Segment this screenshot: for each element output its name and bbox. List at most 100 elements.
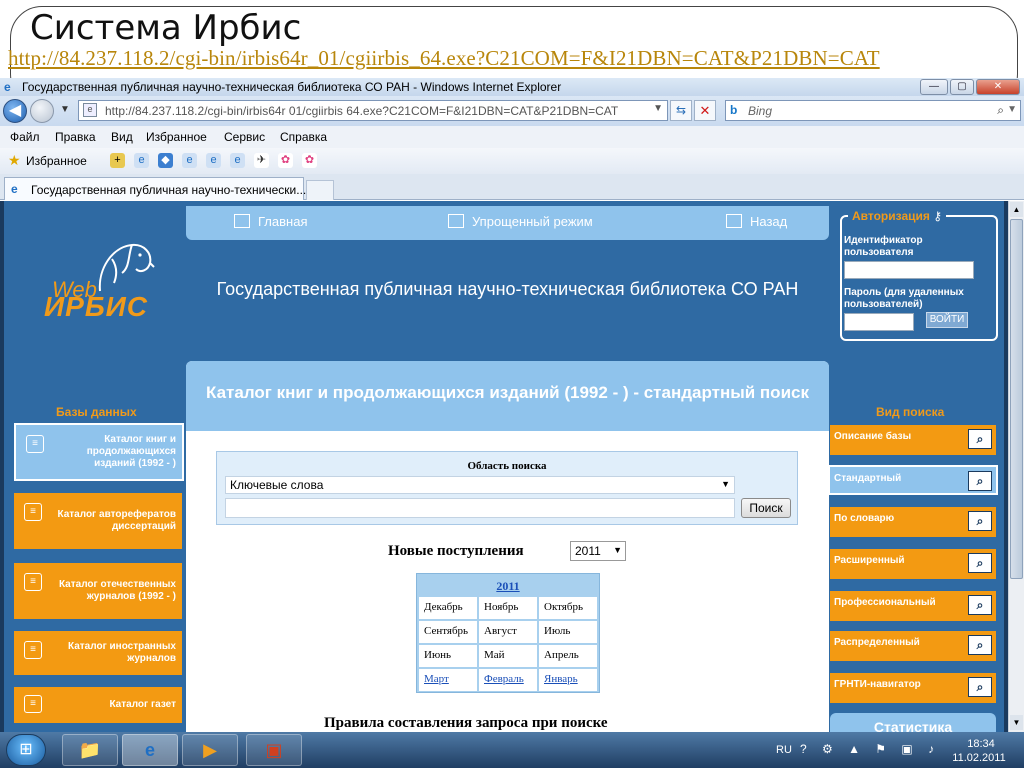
clock-date[interactable]: 11.02.2011 [942, 752, 1016, 764]
language-indicator[interactable]: RU [776, 744, 792, 756]
month-cell: Октябрь [539, 597, 597, 619]
mode-extended[interactable]: Расширенный ⌕ [830, 549, 996, 579]
media-player-icon[interactable]: ▶ [182, 734, 238, 766]
auth-pass-label: Пароль (для удаленных пользователей) [844, 287, 964, 310]
address-text: http://84.237.118.2/cgi-bin/irbis64r 01/… [105, 104, 619, 118]
page-icon: e [83, 103, 97, 117]
address-bar[interactable]: e http://84.237.118.2/cgi-bin/irbis64r 0… [78, 100, 668, 121]
db-label: Каталог иностранных журналов [68, 641, 176, 664]
search-icon[interactable]: ⌕ [997, 103, 1004, 118]
mode-label: Расширенный [834, 555, 905, 566]
magnifier-icon: ⌕ [968, 471, 992, 491]
menu-view[interactable]: Вид [111, 130, 133, 144]
explorer-folder-icon[interactable]: 📁 [62, 734, 118, 766]
home-icon [234, 214, 250, 228]
magnifier-icon: ⌕ [968, 553, 992, 573]
mode-standard[interactable]: Стандартный ⌕ [828, 465, 998, 495]
month-link[interactable]: Март [419, 669, 477, 691]
db-newspapers[interactable]: ≡ Каталог газет [14, 687, 182, 723]
month-link[interactable]: Январь [539, 669, 597, 691]
menu-help[interactable]: Справка [280, 130, 327, 144]
favorite-link-icon[interactable]: e [230, 153, 245, 168]
favorite-link-icon[interactable]: e [206, 153, 221, 168]
db-books-catalog[interactable]: ≡ Каталог книг и продолжающихся изданий … [14, 423, 184, 481]
favorite-shield-icon[interactable]: ◆ [158, 153, 173, 168]
database-icon: ≡ [24, 695, 42, 713]
auth-legend: Авторизация ⚷ [848, 209, 947, 223]
internet-explorer-icon[interactable]: e [122, 734, 178, 766]
tray-icons[interactable]: ? ⚙ ▲ ⚑ ▣ ♪ [800, 742, 940, 756]
favorite-link-icon[interactable]: e [134, 153, 149, 168]
powerpoint-icon[interactable]: ▣ [246, 734, 302, 766]
month-cell: Сентябрь [419, 621, 477, 643]
favorite-link-icon[interactable]: e [182, 153, 197, 168]
search-area-value: Ключевые слова [230, 478, 324, 492]
logo-irbis: ИРБИС [44, 291, 148, 322]
bing-search-input[interactable]: b Bing ⌕ ▼ [725, 100, 1021, 121]
nav-home[interactable]: Главная [234, 214, 307, 229]
address-dropdown-icon[interactable]: ▼ [653, 103, 663, 114]
scroll-thumb[interactable] [1010, 219, 1023, 579]
db-abstracts-catalog[interactable]: ≡ Каталог авторефератов диссертаций [14, 493, 182, 549]
db-foreign-journals[interactable]: ≡ Каталог иностранных журналов [14, 631, 182, 675]
mode-distributed[interactable]: Распределенный ⌕ [830, 631, 996, 661]
mode-label: Профессиональный [834, 597, 936, 608]
statistics-button[interactable]: Статистика [830, 713, 996, 732]
auth-pass-input[interactable] [844, 313, 914, 331]
nav-back[interactable]: Назад [726, 214, 787, 229]
search-area-panel: Область поиска Ключевые слова ▼ Поиск [216, 451, 798, 525]
year-select[interactable]: 2011 ▼ [570, 541, 626, 561]
favorites-label[interactable]: Избранное [26, 154, 87, 168]
mode-description[interactable]: Описание базы ⌕ [830, 425, 996, 455]
mode-label: Стандартный [834, 473, 902, 484]
mode-professional[interactable]: Профессиональный ⌕ [830, 591, 996, 621]
calendar-year-link[interactable]: 2011 [417, 579, 599, 594]
history-dropdown-icon[interactable]: ▼ [60, 104, 70, 115]
search-area-select[interactable]: Ключевые слова ▼ [225, 476, 735, 494]
catalog-body: Область поиска Ключевые слова ▼ Поиск Но… [194, 431, 821, 732]
maximize-button[interactable]: ▢ [950, 79, 974, 95]
nav-simple-mode[interactable]: Упрощенный режим [448, 214, 593, 229]
search-button[interactable]: Поиск [741, 498, 791, 518]
favorite-butterfly-icon[interactable]: ✿ [278, 153, 293, 168]
favorite-butterfly-icon[interactable]: ✿ [302, 153, 317, 168]
query-input[interactable] [225, 498, 735, 518]
tab-title: Государственная публичная научно-техниче… [31, 183, 307, 197]
db-domestic-journals[interactable]: ≡ Каталог отечественных журналов (1992 -… [14, 563, 182, 619]
month-cell: Декабрь [419, 597, 477, 619]
ie-logo-icon: e [4, 80, 11, 94]
minimize-button[interactable]: — [920, 79, 948, 95]
menu-edit[interactable]: Правка [55, 130, 96, 144]
mode-dictionary[interactable]: По словарю ⌕ [830, 507, 996, 537]
scroll-down-icon[interactable]: ▼ [1010, 715, 1023, 730]
close-button[interactable]: ✕ [976, 79, 1020, 95]
add-favorite-icon[interactable]: + [110, 153, 125, 168]
nav-home-label: Главная [258, 214, 308, 229]
search-dropdown-icon[interactable]: ▼ [1007, 104, 1017, 115]
favorite-satellite-icon[interactable]: ✈ [254, 153, 269, 168]
mode-grnti-navigator[interactable]: ГРНТИ-навигатор ⌕ [830, 673, 996, 703]
auth-id-input[interactable] [844, 261, 974, 279]
stop-button[interactable]: ✕ [694, 100, 716, 121]
month-cell: Ноябрь [479, 597, 537, 619]
vertical-scrollbar[interactable]: ▲ ▼ [1008, 201, 1024, 732]
auth-legend-label: Авторизация [852, 209, 930, 223]
new-tab-button[interactable] [306, 180, 334, 200]
start-button[interactable]: ⊞ [6, 734, 46, 766]
back-button[interactable]: ◀ [3, 99, 27, 123]
login-button[interactable]: ВОЙТИ [926, 312, 968, 328]
catalog-title: Каталог книг и продолжающихся изданий (1… [206, 383, 809, 402]
menu-file[interactable]: Файл [10, 130, 40, 144]
slide-url-link[interactable]: http://84.237.118.2/cgi-bin/irbis64r_01/… [8, 46, 880, 71]
query-rules-heading: Правила составления запроса при поиске [324, 715, 608, 731]
month-cell: Июнь [419, 645, 477, 667]
scroll-up-icon[interactable]: ▲ [1010, 202, 1023, 217]
refresh-button[interactable]: ⇆ [670, 100, 692, 121]
clock-time[interactable]: 18:34 [946, 738, 1016, 750]
month-link[interactable]: Февраль [479, 669, 537, 691]
menu-tools[interactable]: Сервис [224, 130, 265, 144]
favorites-star-icon[interactable]: ★ [8, 152, 21, 169]
menu-favorites[interactable]: Избранное [146, 130, 207, 144]
tab-active[interactable]: e Государственная публичная научно-техни… [4, 177, 307, 200]
forward-button[interactable] [30, 99, 54, 123]
